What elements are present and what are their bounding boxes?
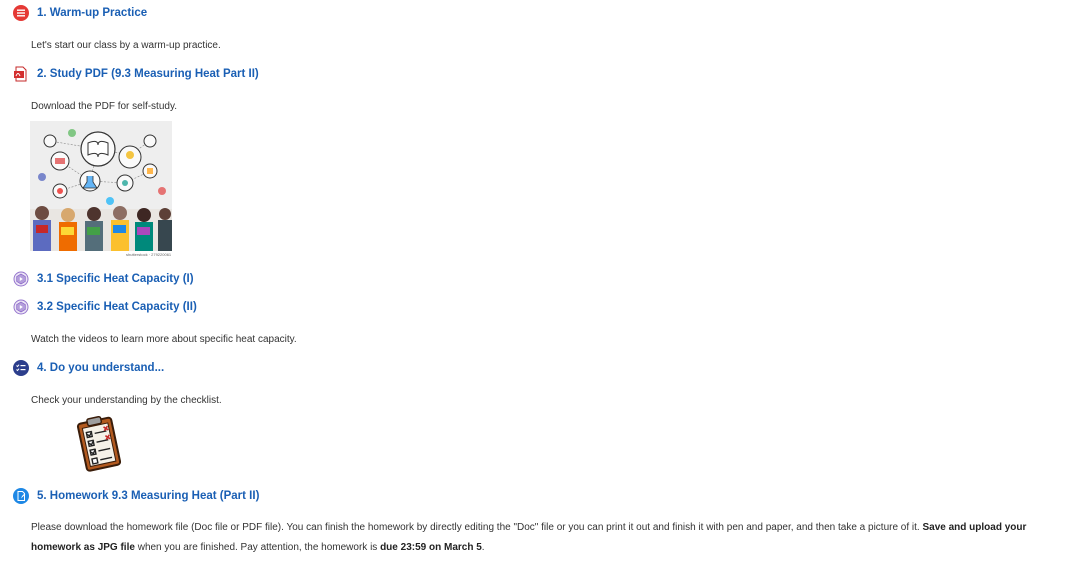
quiz-icon [13, 5, 29, 21]
image-caption: shutterstock · 279220061 [126, 252, 172, 257]
activity-warmup-link[interactable]: 1. Warm-up Practice [13, 5, 147, 21]
homework-desc-part2: when you are finished. Pay attention, th… [134, 542, 381, 553]
activity-title: 4. Do you understand... [37, 362, 165, 374]
homework-desc-part3: . [481, 542, 485, 553]
pdf-icon [13, 66, 29, 82]
video-icon [13, 271, 29, 287]
activity-description: Check your understanding by the checklis… [31, 395, 222, 406]
checklist-icon [13, 360, 29, 376]
activity-homework-link[interactable]: 5. Homework 9.3 Measuring Heat (Part II) [13, 488, 259, 504]
study-illustration-image: shutterstock · 279220061 [30, 121, 172, 257]
activity-video-1-link[interactable]: 3.1 Specific Heat Capacity (I) [13, 271, 194, 287]
activity-title: 1. Warm-up Practice [37, 7, 148, 19]
activity-checklist-link[interactable]: 4. Do you understand... [13, 360, 164, 376]
activity-title: 2. Study PDF (9.3 Measuring Heat Part II… [37, 68, 259, 80]
activity-title: 3.2 Specific Heat Capacity (II) [37, 301, 197, 313]
homework-desc-part1: Please download the homework file (Doc f… [31, 522, 923, 533]
activity-description: Please download the homework file (Doc f… [31, 518, 1071, 558]
activity-title: 3.1 Specific Heat Capacity (I) [37, 273, 194, 285]
activity-title: 5. Homework 9.3 Measuring Heat (Part II) [37, 490, 260, 502]
activity-description: Watch the videos to learn more about spe… [31, 334, 297, 345]
assignment-icon [13, 488, 29, 504]
activity-description: Download the PDF for self-study. [31, 101, 177, 112]
activity-study-pdf-link[interactable]: 2. Study PDF (9.3 Measuring Heat Part II… [13, 66, 259, 82]
activity-video-2-link[interactable]: 3.2 Specific Heat Capacity (II) [13, 299, 197, 315]
activity-description: Let's start our class by a warm-up pract… [31, 40, 221, 51]
checklist-clipboard-image [74, 414, 126, 474]
video-icon [13, 299, 29, 315]
homework-due-date: due 23:59 on March 5 [380, 542, 482, 553]
